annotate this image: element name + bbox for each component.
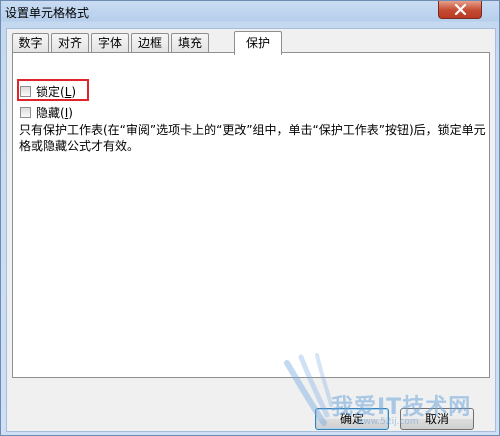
hidden-option[interactable]: 隐藏(I)	[20, 104, 73, 120]
close-icon	[454, 4, 467, 15]
locked-label: 锁定(L)	[36, 84, 77, 99]
cancel-button[interactable]: 取消	[400, 408, 474, 430]
watermark-logo-icon	[284, 353, 333, 426]
dialog-client: 数字 对齐 字体 边框 填充 保护 锁定(L) 隐藏(I) 只有保护工作表(在“…	[6, 28, 496, 432]
format-cells-dialog: 设置单元格格式 数字 对齐 字体 边框 填充 保护 锁定(L) 隐藏(I) 只有…	[0, 0, 500, 436]
protection-description: 只有保护工作表(在“审阅”选项卡上的“更改”组中，单击“保护工作表”按钮)后，锁…	[19, 123, 486, 153]
locked-option[interactable]: 锁定(L)	[20, 83, 76, 99]
hidden-label: 隐藏(I)	[36, 105, 73, 120]
title-bar[interactable]: 设置单元格格式	[1, 1, 499, 21]
hidden-checkbox[interactable]	[20, 106, 31, 118]
protection-panel: 锁定(L) 隐藏(I) 只有保护工作表(在“审阅”选项卡上的“更改”组中，单击“…	[12, 52, 490, 378]
locked-checkbox[interactable]	[20, 85, 31, 97]
tab-border[interactable]: 边框	[131, 33, 169, 53]
tab-alignment[interactable]: 对齐	[51, 33, 89, 53]
tab-fill[interactable]: 填充	[171, 33, 209, 53]
close-button[interactable]	[438, 1, 482, 19]
tab-protection[interactable]: 保护	[234, 31, 282, 55]
dialog-title: 设置单元格格式	[5, 6, 90, 20]
tab-number[interactable]: 数字	[12, 33, 49, 53]
tab-font[interactable]: 字体	[91, 33, 129, 53]
